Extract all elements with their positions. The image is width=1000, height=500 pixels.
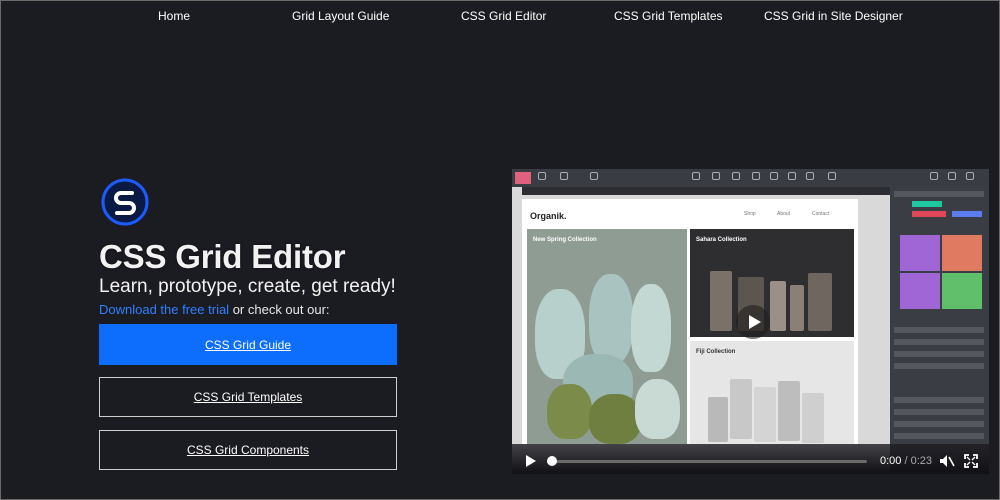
fonts-tool-icon	[692, 172, 700, 180]
fullscreen-icon[interactable]	[964, 454, 978, 468]
tile-spring-collection: New Spring Collection	[527, 229, 687, 444]
top-navigation: Home Grid Layout Guide CSS Grid Editor C…	[0, 0, 1000, 30]
editor-ruler	[522, 187, 892, 195]
preview-tool-icon	[788, 172, 796, 180]
tile-fiji-label: Fiji Collection	[696, 349, 736, 355]
download-trial-link[interactable]: Download the free trial	[99, 302, 229, 317]
export-tool-icon	[948, 172, 956, 180]
tile-sahara-collection: Sahara Collection	[690, 229, 854, 337]
site-menu-about: About	[777, 211, 791, 217]
css-grid-components-button[interactable]: CSS Grid Components	[99, 430, 397, 470]
time-display: 0:00 / 0:23	[880, 455, 932, 467]
nav-css-grid-site-designer[interactable]: CSS Grid in Site Designer	[764, 9, 903, 23]
structure-tool-icon	[560, 172, 568, 180]
publish-tool-icon	[930, 172, 938, 180]
resources-tool-icon	[732, 172, 740, 180]
grid-settings-panel	[890, 187, 989, 474]
preview-on-tool-icon	[828, 172, 836, 180]
time-separator: /	[901, 455, 911, 467]
tile-spring-label: New Spring Collection	[533, 237, 597, 243]
components-tool-icon	[712, 172, 720, 180]
play-icon[interactable]	[526, 455, 536, 467]
big-play-button[interactable]	[736, 305, 770, 339]
site-brand: Organik.	[530, 211, 567, 221]
page-title: CSS Grid Editor	[99, 238, 346, 275]
nav-css-grid-templates[interactable]: CSS Grid Templates	[614, 9, 723, 23]
layout-tool-icon	[538, 172, 546, 180]
guides-tool-icon	[770, 172, 778, 180]
site-menu-contact: Contact	[812, 211, 830, 217]
sitejet-s-logo-icon	[101, 178, 149, 226]
breakpoint-tool-icon	[590, 172, 598, 180]
mute-icon[interactable]	[939, 454, 955, 468]
progress-knob[interactable]	[547, 456, 557, 466]
css-grid-guide-button[interactable]: CSS Grid Guide	[99, 324, 397, 365]
progress-track[interactable]	[547, 460, 867, 463]
editor-logo-icon	[515, 172, 531, 184]
nav-grid-layout-guide[interactable]: Grid Layout Guide	[292, 9, 389, 23]
total-time: 0:23	[910, 455, 933, 467]
nav-home[interactable]: Home	[158, 9, 190, 23]
trial-suffix: or check out our:	[229, 302, 330, 317]
design-canvas: Organik. Shop About Contact New Spring C…	[522, 199, 858, 444]
site-menu-shop: Shop	[744, 211, 756, 217]
device-tool-icon	[806, 172, 814, 180]
css-grid-templates-button[interactable]: CSS Grid Templates	[99, 377, 397, 417]
editor-toolbar	[512, 169, 989, 187]
pages-tool-icon	[752, 172, 760, 180]
settings-tool-icon	[966, 172, 974, 180]
nav-css-grid-editor[interactable]: CSS Grid Editor	[461, 9, 546, 23]
video-controls: 0:00 / 0:23	[512, 444, 989, 474]
trial-line: Download the free trial or check out our…	[99, 302, 330, 317]
tile-fiji-collection: Fiji Collection	[690, 341, 854, 444]
current-time: 0:00	[880, 455, 902, 467]
page-subtitle: Learn, prototype, create, get ready!	[99, 276, 396, 297]
tile-sahara-label: Sahara Collection	[696, 237, 747, 243]
video-player[interactable]: Organik. Shop About Contact New Spring C…	[512, 169, 989, 474]
